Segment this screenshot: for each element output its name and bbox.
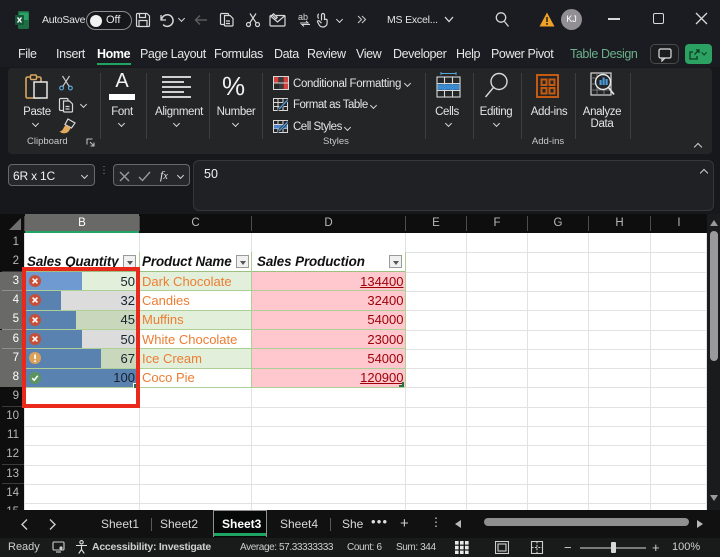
svg-text:ab: ab [298, 12, 308, 22]
